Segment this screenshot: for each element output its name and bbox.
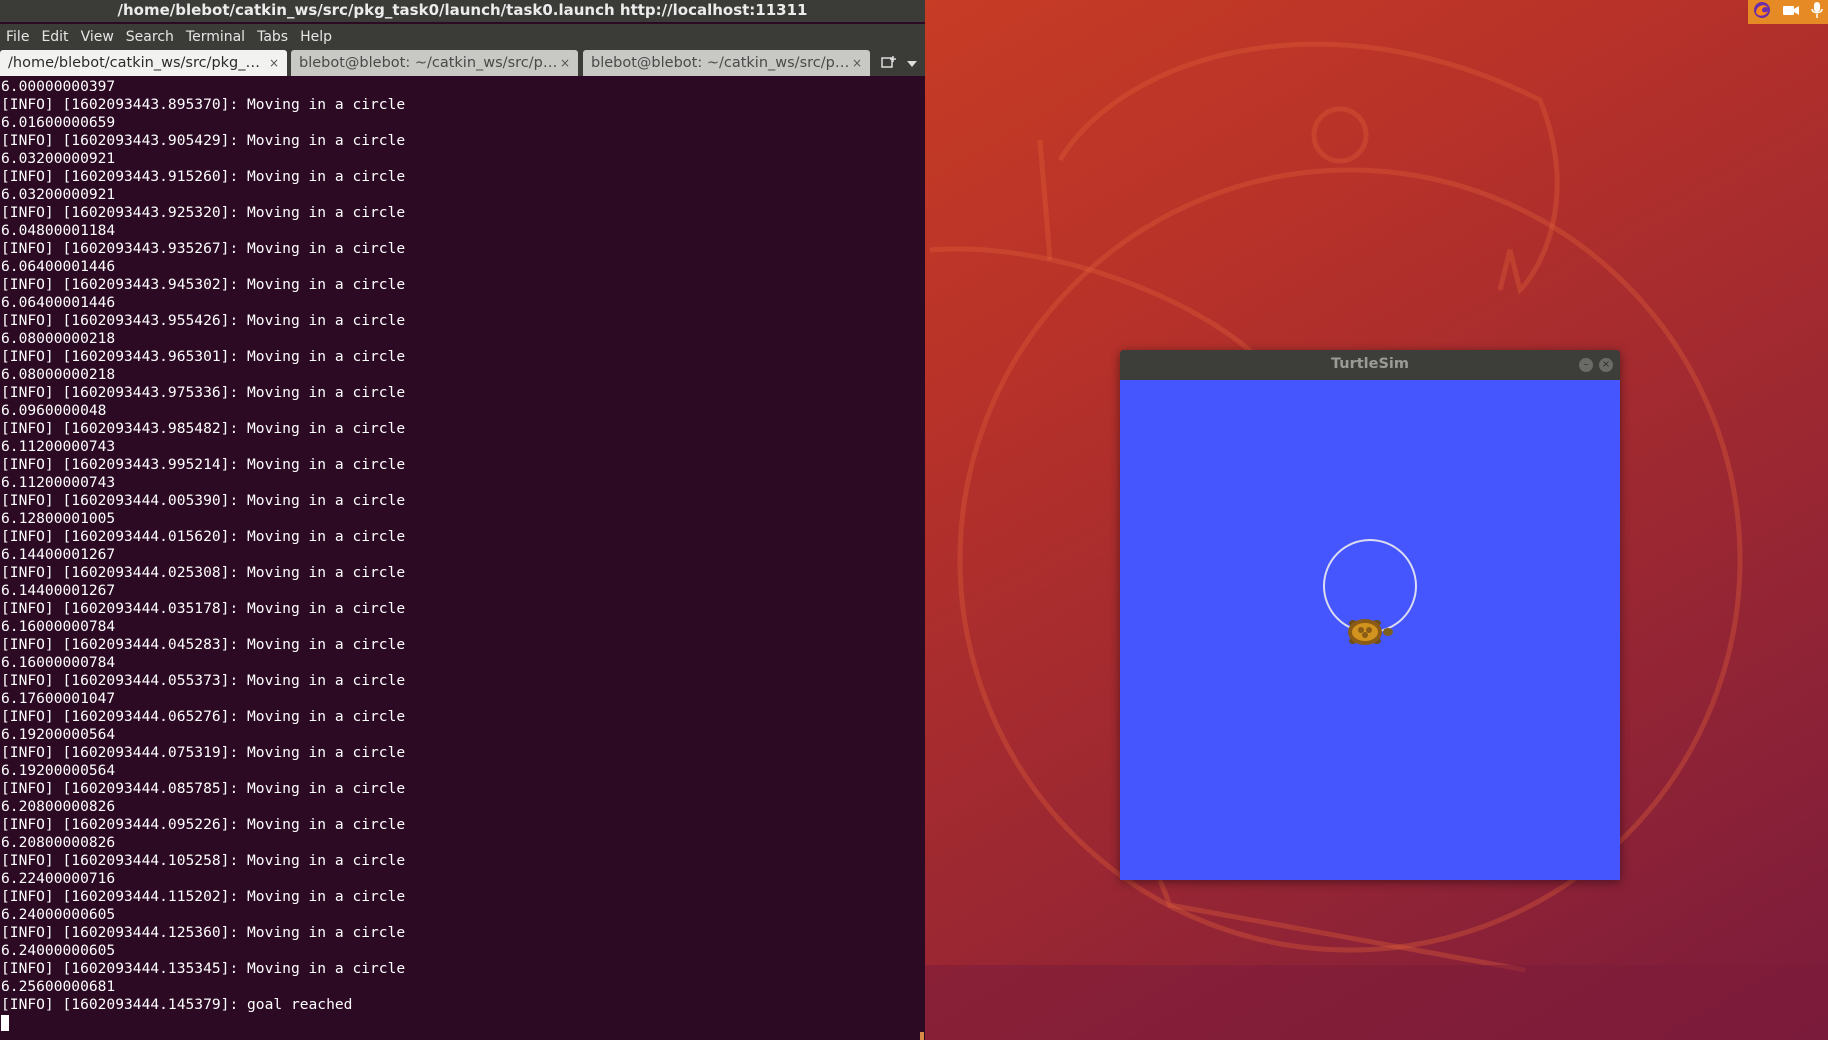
new-tab-icon[interactable] bbox=[881, 55, 897, 73]
value-line: 6.08000000218 bbox=[1, 330, 116, 347]
log-line: [INFO] [1602093444.085785]: Moving in a … bbox=[1, 780, 406, 797]
terminal-tab-1[interactable]: /home/blebot/catkin_ws/src/pkg_… × bbox=[0, 50, 287, 76]
value-line: 6.14400001267 bbox=[1, 582, 116, 599]
turtlesim-window-title: TurtleSim bbox=[1330, 356, 1410, 372]
log-line: [INFO] [1602093444.065276]: Moving in a … bbox=[1, 708, 406, 725]
terminal-scrollbar-thumb[interactable] bbox=[920, 1032, 924, 1040]
value-line: 6.11200000743 bbox=[1, 438, 116, 455]
log-line: [INFO] [1602093444.115202]: Moving in a … bbox=[1, 888, 406, 905]
terminal-tab-bar: /home/blebot/catkin_ws/src/pkg_… × blebo… bbox=[0, 48, 925, 76]
log-line: [INFO] [1602093443.965301]: Moving in a … bbox=[1, 348, 406, 365]
menu-view[interactable]: View bbox=[75, 29, 120, 45]
log-line: [INFO] [1602093444.105258]: Moving in a … bbox=[1, 852, 406, 869]
microphone-icon[interactable] bbox=[1810, 1, 1823, 23]
value-line: 6.06400001446 bbox=[1, 258, 116, 275]
tab-label: /home/blebot/catkin_ws/src/pkg_… bbox=[8, 55, 260, 71]
terminal-output[interactable]: 6.00000000397 [INFO] [1602093443.895370]:… bbox=[0, 78, 921, 1040]
value-line: 6.24000000605 bbox=[1, 906, 116, 923]
log-line: [INFO] [1602093443.995214]: Moving in a … bbox=[1, 456, 406, 473]
value-line: 6.20800000826 bbox=[1, 798, 116, 815]
value-line: 6.25600000681 bbox=[1, 978, 116, 995]
log-line: [INFO] [1602093444.095226]: Moving in a … bbox=[1, 816, 406, 833]
log-line: [INFO] [1602093444.045283]: Moving in a … bbox=[1, 636, 406, 653]
terminal-scrollbar[interactable] bbox=[920, 78, 925, 1040]
menu-help[interactable]: Help bbox=[294, 29, 338, 45]
log-line: [INFO] [1602093443.945302]: Moving in a … bbox=[1, 276, 406, 293]
top-right-tray bbox=[1748, 0, 1828, 24]
tab-close-icon[interactable]: × bbox=[269, 50, 279, 76]
log-line: [INFO] [1602093444.005390]: Moving in a … bbox=[1, 492, 406, 509]
tab-label: blebot@blebot: ~/catkin_ws/src/p… bbox=[591, 55, 850, 71]
log-line: [INFO] [1602093444.125360]: Moving in a … bbox=[1, 924, 406, 941]
terminal-prompt-line[interactable] bbox=[1, 1014, 921, 1032]
turtlesim-titlebar[interactable]: TurtleSim – × bbox=[1120, 350, 1620, 380]
text-cursor bbox=[1, 1015, 9, 1031]
value-line: 6.20800000826 bbox=[1, 834, 116, 851]
log-line: [INFO] [1602093443.975336]: Moving in a … bbox=[1, 384, 406, 401]
terminal-window-title: /home/blebot/catkin_ws/src/pkg_task0/lau… bbox=[117, 1, 808, 19]
menu-terminal[interactable]: Terminal bbox=[180, 29, 251, 45]
log-line: [INFO] [1602093444.025308]: Moving in a … bbox=[1, 564, 406, 581]
value-line: 6.16000000784 bbox=[1, 654, 116, 671]
value-line: 6.22400000716 bbox=[1, 870, 116, 887]
turtlesim-drawing bbox=[1323, 539, 1417, 645]
close-icon[interactable]: × bbox=[1599, 358, 1613, 372]
log-line: [INFO] [1602093444.135345]: Moving in a … bbox=[1, 960, 406, 977]
camera-icon[interactable] bbox=[1782, 3, 1800, 21]
terminal-tab-3[interactable]: blebot@blebot: ~/catkin_ws/src/p… × bbox=[583, 50, 870, 76]
tab-close-icon[interactable]: × bbox=[852, 50, 862, 76]
minimize-icon[interactable]: – bbox=[1579, 358, 1593, 372]
turtlesim-window[interactable]: TurtleSim – × bbox=[1120, 350, 1620, 880]
turtle-icon bbox=[1348, 619, 1393, 645]
value-line: 6.00000000397 bbox=[1, 78, 116, 95]
chevron-down-icon[interactable] bbox=[907, 56, 917, 72]
terminal-tab-2[interactable]: blebot@blebot: ~/catkin_ws/src/p… × bbox=[291, 50, 578, 76]
log-line: [INFO] [1602093443.925320]: Moving in a … bbox=[1, 204, 406, 221]
value-line: 6.04800001184 bbox=[1, 222, 116, 239]
turtle-path bbox=[1323, 539, 1417, 633]
value-line: 6.24000000605 bbox=[1, 942, 116, 959]
firefox-icon[interactable] bbox=[1753, 1, 1771, 23]
log-line: [INFO] [1602093443.895370]: Moving in a … bbox=[1, 96, 406, 113]
tab-bar-controls bbox=[876, 52, 922, 76]
value-line: 6.19200000564 bbox=[1, 726, 116, 743]
value-line: 6.01600000659 bbox=[1, 114, 116, 131]
value-line: 6.08000000218 bbox=[1, 366, 116, 383]
value-line: 6.14400001267 bbox=[1, 546, 116, 563]
log-line: [INFO] [1602093443.935267]: Moving in a … bbox=[1, 240, 406, 257]
value-line: 6.06400001446 bbox=[1, 294, 116, 311]
menu-tabs[interactable]: Tabs bbox=[251, 29, 294, 45]
log-line: [INFO] [1602093444.035178]: Moving in a … bbox=[1, 600, 406, 617]
value-line: 6.03200000921 bbox=[1, 186, 116, 203]
value-line: 6.12800001005 bbox=[1, 510, 116, 527]
log-line: [INFO] [1602093443.955426]: Moving in a … bbox=[1, 312, 406, 329]
value-line: 6.19200000564 bbox=[1, 762, 116, 779]
log-line: [INFO] [1602093444.145379]: goal reached bbox=[1, 996, 353, 1013]
terminal-titlebar[interactable]: /home/blebot/catkin_ws/src/pkg_task0/lau… bbox=[0, 0, 925, 22]
value-line: 6.03200000921 bbox=[1, 150, 116, 167]
terminal-menubar: File Edit View Search Terminal Tabs Help bbox=[0, 24, 925, 50]
tab-close-icon[interactable]: × bbox=[560, 50, 570, 76]
log-line: [INFO] [1602093443.905429]: Moving in a … bbox=[1, 132, 406, 149]
value-line: 6.11200000743 bbox=[1, 474, 116, 491]
tab-label: blebot@blebot: ~/catkin_ws/src/p… bbox=[299, 55, 558, 71]
log-line: [INFO] [1602093444.055373]: Moving in a … bbox=[1, 672, 406, 689]
log-line: [INFO] [1602093444.015620]: Moving in a … bbox=[1, 528, 406, 545]
value-line: 6.0960000048 bbox=[1, 402, 107, 419]
value-line: 6.17600001047 bbox=[1, 690, 116, 707]
menu-file[interactable]: File bbox=[0, 29, 35, 45]
menu-search[interactable]: Search bbox=[120, 29, 180, 45]
log-line: [INFO] [1602093443.985482]: Moving in a … bbox=[1, 420, 406, 437]
log-line: [INFO] [1602093444.075319]: Moving in a … bbox=[1, 744, 406, 761]
terminal-window[interactable]: /home/blebot/catkin_ws/src/pkg_task0/lau… bbox=[0, 0, 925, 1040]
turtlesim-canvas bbox=[1120, 380, 1620, 880]
value-line: 6.16000000784 bbox=[1, 618, 116, 635]
log-line: [INFO] [1602093443.915260]: Moving in a … bbox=[1, 168, 406, 185]
menu-edit[interactable]: Edit bbox=[35, 29, 74, 45]
